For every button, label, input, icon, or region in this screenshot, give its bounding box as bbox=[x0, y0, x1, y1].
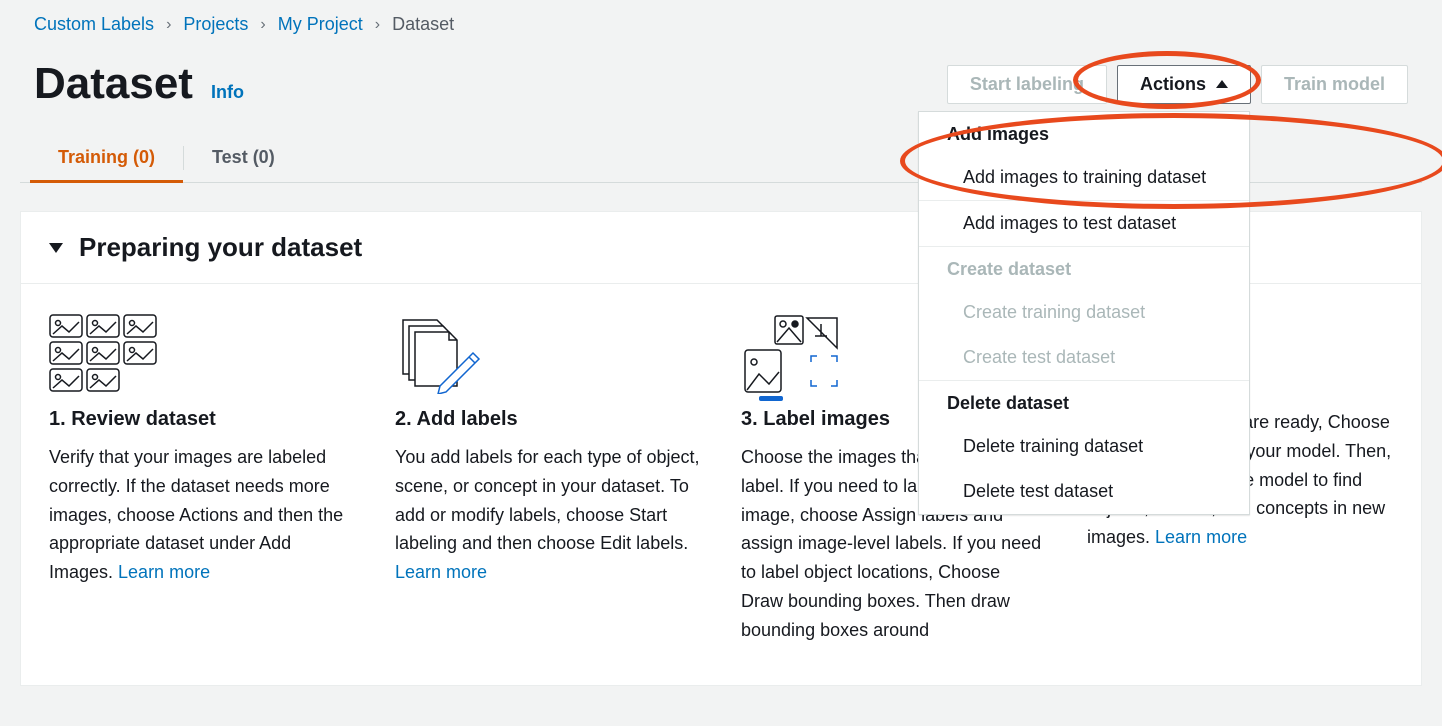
caret-up-icon bbox=[1216, 80, 1228, 88]
dd-item-create-test: Create test dataset bbox=[919, 335, 1249, 380]
breadcrumb-link-custom-labels[interactable]: Custom Labels bbox=[34, 14, 154, 35]
breadcrumb: Custom Labels › Projects › My Project › … bbox=[20, 0, 1422, 53]
images-grid-icon bbox=[49, 314, 355, 394]
dd-header-create: Create dataset bbox=[919, 247, 1249, 290]
step-body: You add labels for each type of object, … bbox=[395, 443, 701, 587]
step-review-dataset: 1. Review dataset Verify that your image… bbox=[49, 314, 355, 645]
learn-more-link[interactable]: Learn more bbox=[395, 562, 487, 582]
dd-item-add-test[interactable]: Add images to test dataset bbox=[919, 201, 1249, 246]
dd-header-delete: Delete dataset bbox=[919, 381, 1249, 424]
train-model-button[interactable]: Train model bbox=[1261, 65, 1408, 104]
chevron-right-icon: › bbox=[375, 16, 380, 34]
page-title: Dataset bbox=[34, 59, 193, 109]
learn-more-link[interactable]: Learn more bbox=[1155, 527, 1247, 547]
step-add-labels: 2. Add labels You add labels for each ty… bbox=[395, 314, 701, 645]
tab-training[interactable]: Training (0) bbox=[30, 133, 183, 182]
dd-item-create-training: Create training dataset bbox=[919, 290, 1249, 335]
breadcrumb-link-projects[interactable]: Projects bbox=[183, 14, 248, 35]
dd-item-delete-training[interactable]: Delete training dataset bbox=[919, 424, 1249, 469]
learn-more-link[interactable]: Learn more bbox=[118, 562, 210, 582]
step-title: 2. Add labels bbox=[395, 408, 701, 431]
dd-item-delete-test[interactable]: Delete test dataset bbox=[919, 469, 1249, 514]
dd-item-add-training[interactable]: Add images to training dataset bbox=[919, 155, 1249, 200]
documents-pencil-icon bbox=[395, 314, 701, 394]
info-link[interactable]: Info bbox=[211, 82, 244, 103]
actions-dropdown: Add images Add images to training datase… bbox=[918, 111, 1250, 515]
panel-title: Preparing your dataset bbox=[79, 232, 362, 263]
dd-header-add-images: Add images bbox=[919, 112, 1249, 155]
step-title: 1. Review dataset bbox=[49, 408, 355, 431]
chevron-right-icon: › bbox=[166, 16, 171, 34]
step-body: Verify that your images are labeled corr… bbox=[49, 443, 355, 587]
start-labeling-button[interactable]: Start labeling bbox=[947, 65, 1107, 104]
actions-button[interactable]: Actions bbox=[1117, 65, 1251, 104]
breadcrumb-link-my-project[interactable]: My Project bbox=[278, 14, 363, 35]
caret-down-icon bbox=[49, 243, 63, 253]
tab-test[interactable]: Test (0) bbox=[184, 133, 303, 182]
chevron-right-icon: › bbox=[260, 16, 265, 34]
actions-label: Actions bbox=[1140, 74, 1206, 95]
breadcrumb-current: Dataset bbox=[392, 14, 454, 35]
